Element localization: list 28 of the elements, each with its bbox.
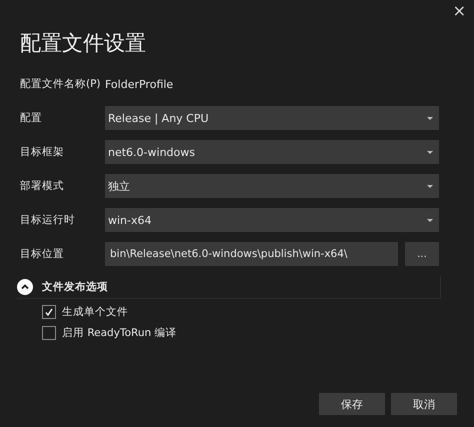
dropdown[interactable]: 独立 [105,174,439,198]
check-icon [44,307,54,317]
path-field[interactable]: bin\Release\net6.0-windows\publish\win-x64\ [105,242,398,266]
checkbox-label: 启用 ReadyToRun 编译 [62,326,176,340]
checkbox[interactable] [42,326,56,340]
field-label: 部署模式 [20,179,65,193]
caret-icon [427,184,433,188]
caret-icon [427,150,433,154]
field-label: 目标运行时 [20,213,76,227]
dropdown[interactable]: Release | Any CPU [105,106,439,130]
checkbox[interactable] [42,305,56,319]
browse-button[interactable]: ... [405,242,439,266]
window-title: 配置文件设置 [20,30,147,57]
profile-name-value: FolderProfile [105,78,174,90]
field-label: 目标框架 [20,145,65,159]
checkbox-label: 生成单个文件 [62,305,128,319]
dialog-button[interactable]: 取消 [391,393,457,415]
close-button[interactable]: × [450,2,469,20]
dropdown[interactable]: net6.0-windows [105,140,439,164]
section-header[interactable]: 文件发布选项 [17,276,441,299]
caret-icon [427,218,433,222]
field-label: 目标位置 [20,247,65,261]
dropdown[interactable]: win-x64 [105,208,439,232]
caret-icon [427,116,433,120]
field-label: 配置 [20,111,43,125]
dialog-button[interactable]: 保存 [319,393,385,415]
field-label: 配置文件名称(P) [20,77,102,91]
collapse-icon [17,279,33,295]
